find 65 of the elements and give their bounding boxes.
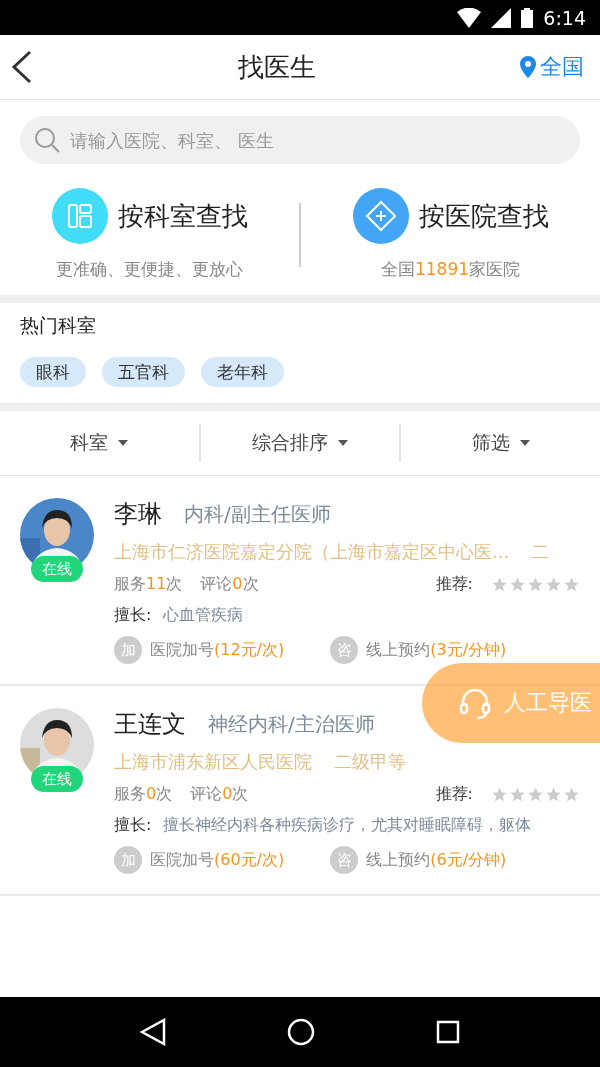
- hospital-name: 上海市仁济医院嘉定分院（上海市嘉定区中心医...: [114, 540, 510, 564]
- page-title: 找医生: [238, 50, 316, 84]
- recommend-label: 推荐:: [435, 784, 473, 805]
- recents-icon[interactable]: [435, 1020, 460, 1044]
- specialty-label: 擅长:: [114, 815, 152, 836]
- search-icon: [34, 127, 60, 153]
- consult-price: 线上预约(3元/分钟): [366, 639, 507, 661]
- specialty-text: 擅长神经内科各种疾病诊疗，尤其对睡眠障碍，躯体: [163, 815, 532, 836]
- star-icon: [527, 786, 544, 803]
- star-icon: [545, 576, 562, 593]
- star-icon: [509, 576, 526, 593]
- recommend-label: 推荐:: [435, 574, 473, 595]
- filter-dropdown[interactable]: 综合排序: [198, 424, 400, 462]
- star-icon: [491, 576, 508, 593]
- battery-icon: [521, 7, 534, 28]
- search-field[interactable]: 请输入医院、科室、 医生: [68, 128, 566, 152]
- star-icon: [545, 786, 562, 803]
- specialty-text: 心血管疾病: [163, 605, 244, 626]
- hospital-grade: 二: [531, 540, 550, 564]
- back-icon[interactable]: [140, 1018, 167, 1046]
- hospital-name: 上海市浦东新区人民医院: [114, 750, 312, 774]
- search-bar[interactable]: 请输入医院、科室、 医生: [20, 116, 580, 164]
- hospital-icon: [352, 188, 409, 244]
- doctor-name: 王连文: [114, 709, 186, 740]
- hospital-count-text: 全国11891家医院: [380, 258, 521, 281]
- review-count: 评论0次: [190, 784, 249, 805]
- caret-icon: [519, 440, 530, 446]
- caret-icon: [118, 440, 129, 446]
- star-icon: [491, 786, 508, 803]
- hospital-search-button[interactable]: 按医院查找: [352, 188, 549, 244]
- location-pin-icon: [520, 56, 536, 78]
- service-count: 服务11次: [114, 574, 183, 595]
- service-count: 服务0次: [114, 784, 173, 805]
- section-title: 热门科室: [20, 313, 97, 338]
- signal-icon: [491, 7, 512, 28]
- star-icon: [527, 576, 544, 593]
- consult-price: 线上预约(6元/分钟): [366, 849, 507, 871]
- doctor-name: 李琳: [114, 499, 162, 530]
- star-icon: [563, 786, 580, 803]
- department-tag[interactable]: 老年科: [201, 357, 284, 387]
- entry-subtitle: 更准确、更便捷、更放心: [56, 258, 243, 281]
- location-button[interactable]: 全国: [520, 52, 584, 82]
- filter-dropdown[interactable]: 筛选: [399, 424, 600, 462]
- home-icon[interactable]: [287, 1018, 315, 1046]
- appointment-price: 医院加号(12元/次): [150, 639, 285, 661]
- wifi-icon: [457, 7, 482, 28]
- review-count: 评论0次: [200, 574, 259, 595]
- status-time: 6:14: [543, 6, 586, 29]
- caret-icon: [338, 440, 348, 446]
- online-badge: 在线: [31, 766, 83, 792]
- star-icon: [563, 576, 580, 593]
- filter-dropdown[interactable]: 科室: [0, 424, 199, 462]
- hospital-grade: 二级甲等: [334, 750, 406, 774]
- back-icon[interactable]: [10, 50, 34, 84]
- doctor-title: 内科/副主任医师: [184, 500, 331, 528]
- department-icon: [51, 188, 108, 244]
- online-badge: 在线: [31, 556, 83, 582]
- doctor-title: 神经内科/主治医师: [208, 710, 375, 738]
- appointment-price: 医院加号(60元/次): [150, 849, 285, 871]
- department-tag[interactable]: 眼科: [20, 357, 86, 387]
- department-tag[interactable]: 五官科: [102, 357, 185, 387]
- headset-icon: [458, 686, 492, 720]
- department-search-button[interactable]: 按科室查找: [51, 188, 248, 244]
- specialty-label: 擅长:: [114, 605, 152, 626]
- star-icon: [509, 786, 526, 803]
